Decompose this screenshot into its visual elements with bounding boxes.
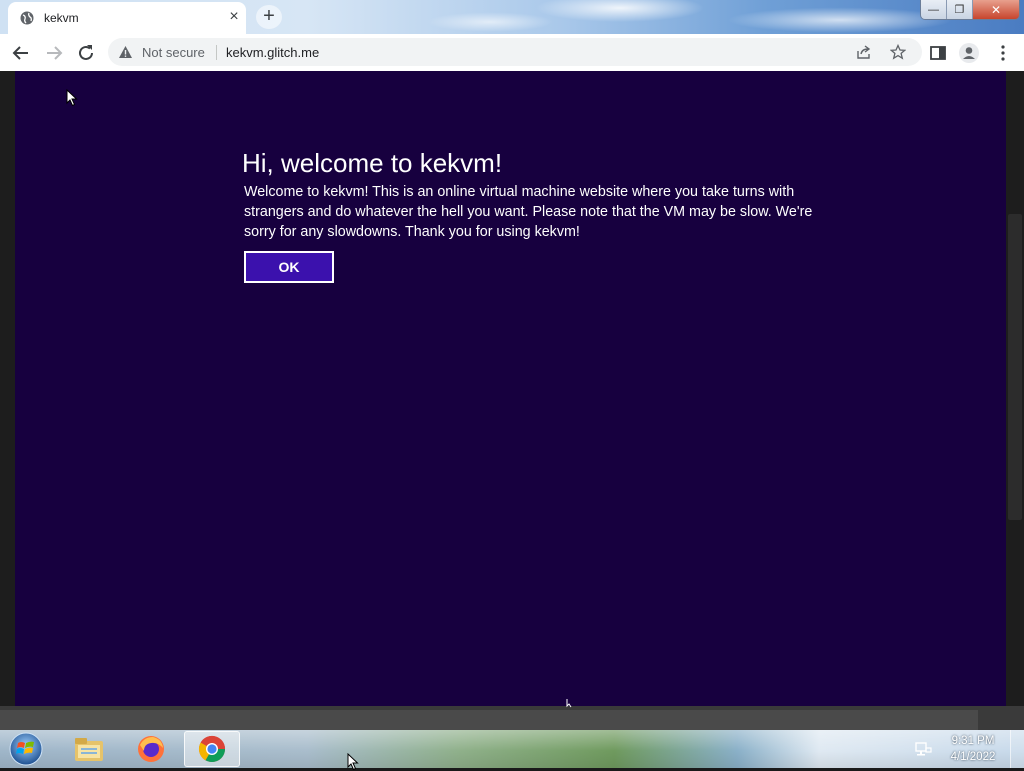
windows-taskbar: 9:31 PM 4/1/2022 bbox=[0, 730, 1024, 768]
vertical-scrollbar[interactable] bbox=[1006, 71, 1024, 710]
taskbar-chrome[interactable] bbox=[184, 731, 240, 767]
address-divider bbox=[216, 45, 217, 60]
folder-icon bbox=[75, 738, 103, 761]
browser-titlebar: kekvm × + — ❐ ✕ bbox=[0, 0, 1024, 34]
page-title: Hi, welcome to kekvm! bbox=[242, 148, 503, 178]
maximize-button[interactable]: ❐ bbox=[947, 0, 973, 19]
firefox-icon bbox=[138, 736, 164, 762]
tab-title: kekvm bbox=[44, 11, 79, 25]
chrome-icon bbox=[198, 735, 226, 763]
page-viewport: Hi, welcome to kekvm! Welcome to kekvm! … bbox=[0, 71, 1024, 710]
url-text[interactable]: kekvm.glitch.me bbox=[226, 45, 319, 60]
address-bar[interactable]: Not secure kekvm.glitch.me bbox=[108, 38, 922, 66]
tab-kekvm[interactable]: kekvm × bbox=[8, 2, 246, 34]
ok-button[interactable]: OK bbox=[244, 251, 334, 283]
close-window-button[interactable]: ✕ bbox=[973, 0, 1019, 19]
share-icon[interactable] bbox=[856, 44, 872, 60]
taskbar-file-explorer[interactable] bbox=[61, 731, 117, 767]
minimize-button[interactable]: — bbox=[921, 0, 947, 19]
horizontal-scrollbar[interactable] bbox=[0, 710, 978, 730]
globe-icon bbox=[20, 11, 34, 25]
left-gutter bbox=[0, 71, 15, 710]
menu-kebab-icon[interactable] bbox=[992, 42, 1014, 64]
resize-cursor-icon bbox=[566, 699, 572, 708]
mouse-pointer-icon bbox=[66, 89, 78, 107]
warning-icon[interactable] bbox=[118, 45, 133, 59]
profile-avatar-icon[interactable] bbox=[958, 42, 980, 64]
taskbar-clock[interactable]: 9:31 PM 4/1/2022 bbox=[940, 733, 1006, 765]
clock-time: 9:31 PM bbox=[951, 735, 995, 747]
show-desktop-button[interactable] bbox=[1010, 730, 1024, 768]
page-bottom-bar bbox=[0, 706, 1024, 730]
welcome-message: Welcome to kekvm! This is an online virt… bbox=[244, 184, 813, 240]
bookmark-star-icon[interactable] bbox=[890, 44, 906, 60]
back-arrow-icon[interactable] bbox=[10, 42, 32, 64]
side-panel-icon[interactable] bbox=[927, 42, 949, 64]
reload-icon[interactable] bbox=[75, 42, 97, 64]
taskbar-firefox[interactable] bbox=[123, 731, 179, 767]
clock-date: 4/1/2022 bbox=[950, 751, 996, 763]
security-status[interactable]: Not secure bbox=[142, 45, 205, 60]
start-orb-icon[interactable] bbox=[7, 731, 45, 767]
forward-arrow-icon[interactable] bbox=[43, 42, 65, 64]
network-icon[interactable] bbox=[914, 740, 932, 758]
new-tab-button[interactable]: + bbox=[256, 5, 282, 29]
mouse-pointer-icon bbox=[347, 753, 359, 771]
tab-close-icon[interactable]: × bbox=[226, 8, 242, 26]
browser-toolbar: Not secure kekvm.glitch.me bbox=[0, 34, 1024, 72]
window-controls: — ❐ ✕ bbox=[920, 0, 1020, 20]
scrollbar-thumb[interactable] bbox=[1008, 214, 1022, 520]
